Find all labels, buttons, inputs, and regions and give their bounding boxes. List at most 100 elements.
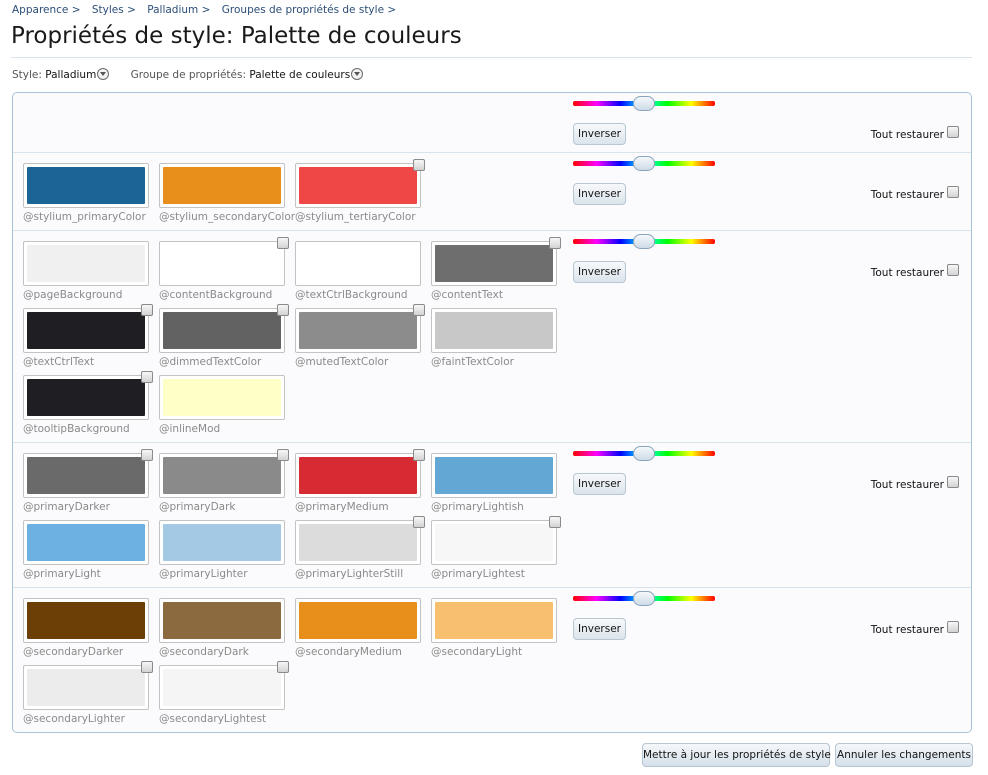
restore-all[interactable]: Tout restaurer (871, 186, 959, 201)
color-swatch-fill (163, 524, 281, 561)
color-palette-panel: Inverser Tout restaurer @stylium_primaryCo… (12, 92, 972, 733)
invert-button[interactable]: Inverser (573, 123, 626, 145)
swatch-reset-checkbox[interactable] (277, 449, 289, 461)
restore-all-checkbox[interactable] (947, 264, 959, 276)
color-swatch-label: @secondaryDark (159, 646, 249, 658)
color-swatch-box[interactable] (23, 520, 149, 565)
color-swatch: @primaryDark (159, 449, 289, 519)
swatch-reset-checkbox[interactable] (141, 371, 153, 383)
color-swatch: @primaryLighterStill (295, 516, 425, 586)
breadcrumb-item-palladium[interactable]: Palladium > (147, 4, 210, 16)
restore-all-label: Tout restaurer (870, 129, 944, 141)
color-swatch-box[interactable] (159, 520, 285, 565)
restore-all-checkbox[interactable] (947, 186, 959, 198)
restore-all[interactable]: Tout restaurer (871, 264, 959, 279)
swatch-reset-checkbox[interactable] (549, 516, 561, 528)
swatch-reset-checkbox[interactable] (141, 449, 153, 461)
property-group-value[interactable]: Palette de couleurs (249, 69, 350, 81)
color-swatch-box[interactable] (431, 453, 557, 498)
color-swatch-box[interactable] (23, 375, 149, 420)
color-swatch: @primaryLightish (431, 453, 557, 519)
color-swatch: @primaryLighter (159, 520, 285, 586)
color-swatch-box[interactable] (23, 598, 149, 643)
color-swatch: @primaryDarker (23, 449, 153, 519)
color-swatch-box[interactable] (295, 520, 421, 565)
color-swatch-box[interactable] (23, 453, 149, 498)
color-swatch-box[interactable] (295, 598, 421, 643)
group-controls: Inverser Tout restaurer (573, 443, 971, 503)
palette-group: @primaryDarker @primaryDark @primaryMedium… (13, 443, 971, 588)
color-swatch-box[interactable] (431, 308, 557, 353)
color-swatch: @secondaryLightest (159, 661, 289, 731)
chevron-down-icon[interactable] (97, 68, 110, 80)
color-swatch-box[interactable] (295, 163, 421, 208)
cancel-changes-button[interactable]: Annuler les changements (835, 743, 973, 767)
invert-button[interactable]: Inverser (573, 618, 626, 640)
swatch-reset-checkbox[interactable] (549, 237, 561, 249)
color-swatch-box[interactable] (295, 308, 421, 353)
hue-slider-handle[interactable] (633, 96, 655, 111)
color-swatch-box[interactable] (159, 163, 285, 208)
restore-all-checkbox[interactable] (947, 621, 959, 633)
restore-all[interactable]: Tout restaurer (871, 126, 959, 141)
color-swatch-label: @primaryDarker (23, 501, 110, 513)
color-swatch-box[interactable] (431, 598, 557, 643)
color-swatch-box[interactable] (23, 308, 149, 353)
color-swatch-box[interactable] (295, 453, 421, 498)
breadcrumb-item-property-groups[interactable]: Groupes de propriétés de style > (222, 4, 396, 16)
update-style-properties-button[interactable]: Mettre à jour les propriétés de style (642, 743, 831, 767)
color-swatch-box[interactable] (159, 241, 285, 286)
restore-all-label: Tout restaurer (870, 479, 944, 491)
restore-all[interactable]: Tout restaurer (871, 476, 959, 491)
color-swatch-box[interactable] (295, 241, 421, 286)
color-swatch-label: @mutedTextColor (295, 356, 389, 368)
color-swatch-label: @contentBackground (159, 289, 273, 301)
color-swatch-box[interactable] (23, 241, 149, 286)
hue-slider-handle[interactable] (633, 591, 655, 606)
restore-all-checkbox[interactable] (947, 476, 959, 488)
color-swatch-box[interactable] (23, 665, 149, 710)
style-value[interactable]: Palladium (45, 69, 96, 81)
invert-button[interactable]: Inverser (573, 261, 626, 283)
color-swatch-box[interactable] (159, 665, 285, 710)
color-swatch: @mutedTextColor (295, 304, 425, 374)
color-swatch-fill (435, 245, 553, 282)
swatch-reset-checkbox[interactable] (141, 661, 153, 673)
color-swatch-fill (299, 245, 417, 282)
hue-slider-handle[interactable] (633, 446, 655, 461)
color-swatch-fill (435, 602, 553, 639)
group-controls: Inverser Tout restaurer (573, 93, 971, 153)
swatch-reset-checkbox[interactable] (413, 304, 425, 316)
restore-all[interactable]: Tout restaurer (871, 621, 959, 636)
color-swatch-box[interactable] (159, 598, 285, 643)
swatch-reset-checkbox[interactable] (277, 237, 289, 249)
property-group-selector[interactable]: Groupe de propriétés: Palette de couleur… (131, 68, 364, 81)
color-swatch: @primaryLightest (431, 516, 561, 586)
selectors-bar: Style: Palladium Groupe de propriétés: P… (12, 68, 364, 81)
swatch-reset-checkbox[interactable] (413, 449, 425, 461)
swatch-reset-checkbox[interactable] (141, 304, 153, 316)
color-swatch-box[interactable] (159, 453, 285, 498)
hue-slider-handle[interactable] (633, 234, 655, 249)
swatch-reset-checkbox[interactable] (277, 304, 289, 316)
swatch-reset-checkbox[interactable] (277, 661, 289, 673)
swatch-reset-checkbox[interactable] (413, 516, 425, 528)
invert-button[interactable]: Inverser (573, 473, 626, 495)
invert-button[interactable]: Inverser (573, 183, 626, 205)
breadcrumb-item-styles[interactable]: Styles > (92, 4, 136, 16)
color-swatch-box[interactable] (431, 241, 557, 286)
color-swatch-box[interactable] (23, 163, 149, 208)
breadcrumb-item-apparence[interactable]: Apparence > (12, 4, 81, 16)
chevron-down-icon[interactable] (351, 68, 364, 80)
color-swatch-box[interactable] (431, 520, 557, 565)
color-swatch-label: @textCtrlBackground (295, 289, 408, 301)
swatch-reset-checkbox[interactable] (413, 159, 425, 171)
color-swatch-box[interactable] (159, 308, 285, 353)
restore-all-checkbox[interactable] (947, 126, 959, 138)
color-swatch-fill (163, 669, 281, 706)
color-swatch-label: @primaryDark (159, 501, 236, 513)
hue-slider-handle[interactable] (633, 156, 655, 171)
style-selector[interactable]: Style: Palladium (12, 68, 113, 81)
color-swatch-box[interactable] (159, 375, 285, 420)
color-swatch: @stylium_primaryColor (23, 163, 149, 229)
